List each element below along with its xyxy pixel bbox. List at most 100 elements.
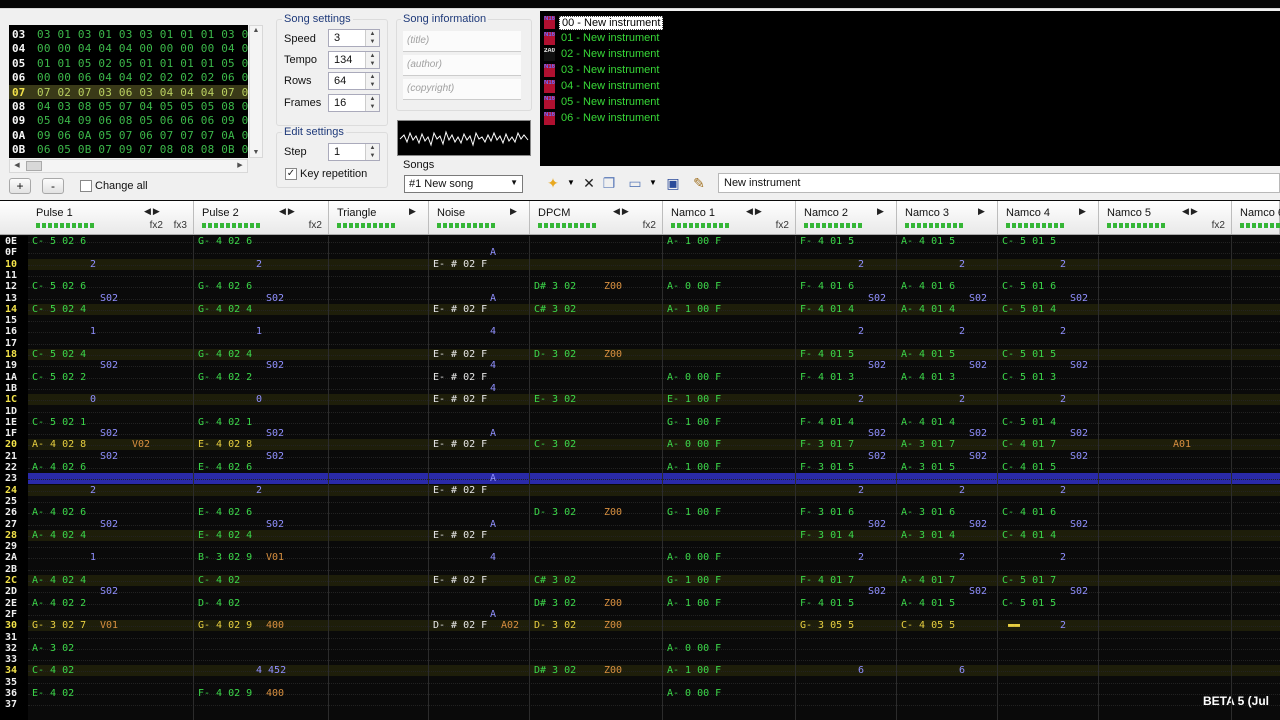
pattern-cell[interactable]: D# 3 02 <box>534 665 576 676</box>
pattern-cell[interactable]: C- 5 02 4 <box>32 349 86 360</box>
pattern-cell[interactable]: E- 4 02 8 <box>198 439 252 450</box>
pattern-cell[interactable]: 2 <box>90 259 96 270</box>
row-number[interactable]: 28 <box>5 530 17 541</box>
row-number[interactable]: 0F <box>5 247 17 258</box>
key-repetition-checkbox[interactable]: ✓ <box>285 168 297 180</box>
pattern-cell[interactable]: V01 <box>100 620 118 631</box>
pattern-cell[interactable]: C- 5 02 2 <box>32 372 86 383</box>
row-number[interactable]: 1D <box>5 406 17 417</box>
pattern-cell[interactable]: C- 4 02 <box>198 575 240 586</box>
pattern-cell[interactable]: E- 4 02 <box>32 688 74 699</box>
frame-row[interactable]: 09 05 04 09 06 08 05 06 06 06 09 09 <box>9 113 248 127</box>
channel-namco-2[interactable]: Namco 2 ▶ <box>796 201 897 234</box>
pattern-cell[interactable]: E- # 02 F <box>433 304 487 315</box>
pattern-cell[interactable]: E- # 02 F <box>433 259 487 270</box>
scroll-thumb[interactable] <box>26 161 42 171</box>
pattern-cell[interactable]: S02 <box>100 519 118 530</box>
pattern-cell[interactable]: A- 0 00 F <box>667 643 721 654</box>
pattern-cell[interactable]: C- 5 01 5 <box>1002 349 1056 360</box>
pattern-cell[interactable]: A- 4 01 5 <box>901 598 955 609</box>
pattern-cell[interactable]: E- 1 00 F <box>667 394 721 405</box>
pattern-cell[interactable]: E- # 02 F <box>433 575 487 586</box>
add-frame-button[interactable]: + <box>9 178 31 194</box>
channel-effect-arrows-icon[interactable]: ◀▶ <box>1182 206 1200 217</box>
pattern-cell[interactable]: G- 4 02 4 <box>198 304 252 315</box>
scroll-down-icon[interactable]: ▼ <box>250 149 262 156</box>
pattern-cell[interactable]: 2 <box>1060 326 1066 337</box>
pattern-cell[interactable]: C- 5 02 1 <box>32 417 86 428</box>
channel-effect-arrows-icon[interactable]: ◀▶ <box>144 206 162 217</box>
pattern-cell[interactable]: S02 <box>868 293 886 304</box>
row-number[interactable]: 33 <box>5 654 17 665</box>
frame-values[interactable]: 05 04 09 06 08 05 06 06 06 09 09 <box>37 114 248 127</box>
pattern-cell[interactable]: S02 <box>266 360 284 371</box>
pattern-cell[interactable]: C- 4 01 7 <box>1002 439 1056 450</box>
pattern-cell[interactable]: F- 3 01 4 <box>800 530 854 541</box>
row-number[interactable]: 26 <box>5 507 17 518</box>
channel-namco-4[interactable]: Namco 4 ▶ <box>998 201 1099 234</box>
pattern-cell[interactable]: A- 4 01 6 <box>901 281 955 292</box>
row-number[interactable]: 15 <box>5 315 17 326</box>
frame-row[interactable]: 04 00 00 04 04 04 00 00 00 00 04 04 <box>9 41 248 55</box>
frame-values[interactable]: 09 06 0A 05 07 06 07 07 07 0A 0A <box>37 129 248 142</box>
pattern-cell[interactable]: C- 5 02 6 <box>32 236 86 247</box>
song-title-field[interactable]: (title) <box>403 31 521 52</box>
pattern-cell[interactable]: A- 4 02 2 <box>32 598 86 609</box>
pattern-cell[interactable]: G- 4 02 4 <box>198 349 252 360</box>
pattern-cell[interactable]: D- 4 02 <box>198 598 240 609</box>
frame-row[interactable]: 05 01 01 05 02 05 01 01 01 01 05 05 <box>9 56 248 70</box>
instrument-list[interactable]: N163 00 - New instrument N163 01 - New inst… <box>540 11 1280 166</box>
channel-effect-arrows-icon[interactable]: ◀▶ <box>279 206 297 217</box>
pattern-cell[interactable]: S02 <box>868 451 886 462</box>
pattern-cell[interactable]: A <box>490 519 496 530</box>
pattern-cell[interactable]: A- 1 00 F <box>667 304 721 315</box>
channel-effect-arrows-icon[interactable]: ▶ <box>409 206 418 217</box>
channel-namco-1[interactable]: Namco 1 ◀▶ fx2 <box>663 201 796 234</box>
frame-values[interactable]: 00 00 06 04 04 02 02 02 02 06 06 <box>37 71 248 84</box>
channel-namco-5[interactable]: Namco 5 ◀▶ fx2 <box>1099 201 1232 234</box>
frame-list[interactable]: 03 03 01 03 01 03 03 01 01 01 03 03 04 00 0… <box>9 25 248 158</box>
channel-pulse-1[interactable]: Pulse 1 ◀▶ fx2 fx3 <box>28 201 194 234</box>
pattern-cell[interactable]: C- 5 01 5 <box>1002 236 1056 247</box>
pattern-cell[interactable]: 2 <box>858 259 864 270</box>
pattern-cell[interactable]: 2 <box>858 326 864 337</box>
pattern-cell[interactable]: A- 4 01 5 <box>901 236 955 247</box>
pattern-cell[interactable]: C- 5 01 3 <box>1002 372 1056 383</box>
pattern-cell[interactable]: Z00 <box>604 665 622 676</box>
pattern-cell[interactable]: 2 <box>90 485 96 496</box>
row-number[interactable]: 11 <box>5 270 17 281</box>
pattern-cell[interactable]: A- 4 01 4 <box>901 417 955 428</box>
spinner-arrows-icon[interactable]: ▲ ▼ <box>365 52 379 68</box>
row-number[interactable]: 2C <box>5 575 17 586</box>
step-spinner[interactable]: 1 ▲ ▼ <box>328 143 380 161</box>
pattern-cell[interactable]: D- 3 02 <box>534 349 576 360</box>
pattern-cell[interactable]: F- 3 01 6 <box>800 507 854 518</box>
instrument-item[interactable]: N163 03 - New instrument <box>544 63 794 79</box>
pattern-cell[interactable]: S02 <box>1070 360 1088 371</box>
channel-effect-arrows-icon[interactable]: ◀▶ <box>613 206 631 217</box>
pattern-cell[interactable]: A- 4 02 8 <box>32 439 86 450</box>
pattern-cell[interactable]: E- # 02 F <box>433 439 487 450</box>
pattern-cell[interactable]: 2 <box>1060 620 1066 631</box>
change-all-checkbox[interactable] <box>80 180 92 192</box>
pattern-cell[interactable]: 6 <box>959 665 965 676</box>
pattern-cell[interactable]: S02 <box>266 428 284 439</box>
pattern-cell[interactable]: A <box>490 428 496 439</box>
row-number[interactable]: 0E <box>5 236 17 247</box>
load-instrument-dropdown-icon[interactable]: ▼ <box>644 174 662 192</box>
pattern-cell[interactable]: F- 4 01 5 <box>800 236 854 247</box>
pattern-cell[interactable]: A- 1 00 F <box>667 236 721 247</box>
tempo-spinner[interactable]: 134 ▲ ▼ <box>328 51 380 69</box>
new-instrument-dropdown-icon[interactable]: ▼ <box>562 174 580 192</box>
row-number[interactable]: 17 <box>5 338 17 349</box>
pattern-cell[interactable]: 2 <box>959 259 965 270</box>
pattern-cell[interactable]: A- 0 00 F <box>667 688 721 699</box>
song-author-field[interactable]: (author) <box>403 55 521 76</box>
pattern-cell[interactable]: E- # 02 F <box>433 530 487 541</box>
channel-triangle[interactable]: Triangle ▶ <box>329 201 429 234</box>
pattern-cell[interactable]: 2 <box>858 485 864 496</box>
pattern-cell[interactable]: A- 4 01 3 <box>901 372 955 383</box>
pattern-cell[interactable]: A- 1 00 F <box>667 462 721 473</box>
frame-values[interactable]: 06 05 0B 07 09 07 08 08 08 0B 0B <box>37 143 248 156</box>
pattern-cell[interactable]: G- 1 00 F <box>667 417 721 428</box>
